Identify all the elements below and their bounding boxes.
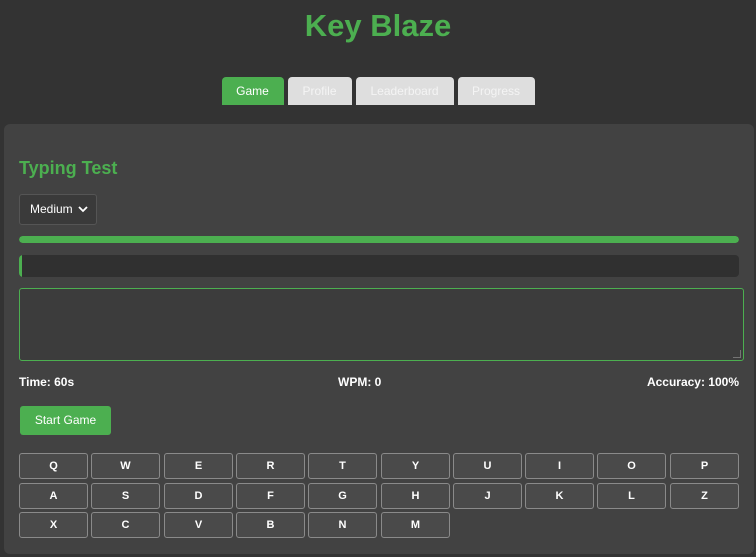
key-s[interactable]: S bbox=[91, 483, 160, 509]
key-c[interactable]: C bbox=[91, 512, 160, 538]
key-j[interactable]: J bbox=[453, 483, 522, 509]
tab-leaderboard[interactable]: Leaderboard bbox=[355, 77, 454, 105]
key-b[interactable]: B bbox=[236, 512, 305, 538]
tab-bar: Game Profile Leaderboard Progress bbox=[0, 77, 756, 105]
key-h[interactable]: H bbox=[381, 483, 450, 509]
section-title: Typing Test bbox=[19, 158, 118, 178]
timer-bar-fill bbox=[19, 236, 739, 243]
game-panel: Typing Test Medium Time: 60s WPM: 0 Accu… bbox=[4, 124, 754, 554]
key-i[interactable]: I bbox=[525, 453, 594, 479]
resize-grip-icon[interactable] bbox=[733, 350, 741, 358]
text-progress-fill bbox=[19, 255, 22, 277]
key-w[interactable]: W bbox=[91, 453, 160, 479]
difficulty-selected-value: Medium bbox=[30, 202, 73, 216]
key-e[interactable]: E bbox=[164, 453, 233, 479]
key-x[interactable]: X bbox=[19, 512, 88, 538]
key-p[interactable]: P bbox=[670, 453, 739, 479]
tab-game[interactable]: Game bbox=[221, 77, 284, 105]
key-k[interactable]: K bbox=[525, 483, 594, 509]
timer-bar bbox=[19, 236, 739, 243]
key-y[interactable]: Y bbox=[381, 453, 450, 479]
key-d[interactable]: D bbox=[164, 483, 233, 509]
key-g[interactable]: G bbox=[308, 483, 377, 509]
key-o[interactable]: O bbox=[597, 453, 666, 479]
key-n[interactable]: N bbox=[308, 512, 377, 538]
app-title: Key Blaze bbox=[304, 8, 452, 43]
difficulty-select[interactable]: Medium bbox=[19, 194, 97, 225]
key-t[interactable]: T bbox=[308, 453, 377, 479]
tab-progress[interactable]: Progress bbox=[457, 77, 535, 105]
key-l[interactable]: L bbox=[597, 483, 666, 509]
chevron-down-icon bbox=[78, 195, 88, 236]
key-f[interactable]: F bbox=[236, 483, 305, 509]
start-game-button[interactable]: Start Game bbox=[20, 406, 111, 435]
key-r[interactable]: R bbox=[236, 453, 305, 479]
accuracy-stat: Accuracy: 100% bbox=[646, 375, 739, 389]
typing-input[interactable] bbox=[19, 288, 744, 361]
wpm-stat: WPM: 0 bbox=[338, 375, 382, 389]
key-u[interactable]: U bbox=[453, 453, 522, 479]
key-a[interactable]: A bbox=[19, 483, 88, 509]
key-q[interactable]: Q bbox=[19, 453, 88, 479]
stats-row: Time: 60s WPM: 0 Accuracy: 100% bbox=[19, 375, 739, 389]
key-v[interactable]: V bbox=[164, 512, 233, 538]
key-m[interactable]: M bbox=[381, 512, 450, 538]
text-progress-bar bbox=[19, 255, 739, 277]
time-stat: Time: 60s bbox=[19, 375, 75, 389]
tab-profile[interactable]: Profile bbox=[287, 77, 352, 105]
key-z[interactable]: Z bbox=[670, 483, 739, 509]
